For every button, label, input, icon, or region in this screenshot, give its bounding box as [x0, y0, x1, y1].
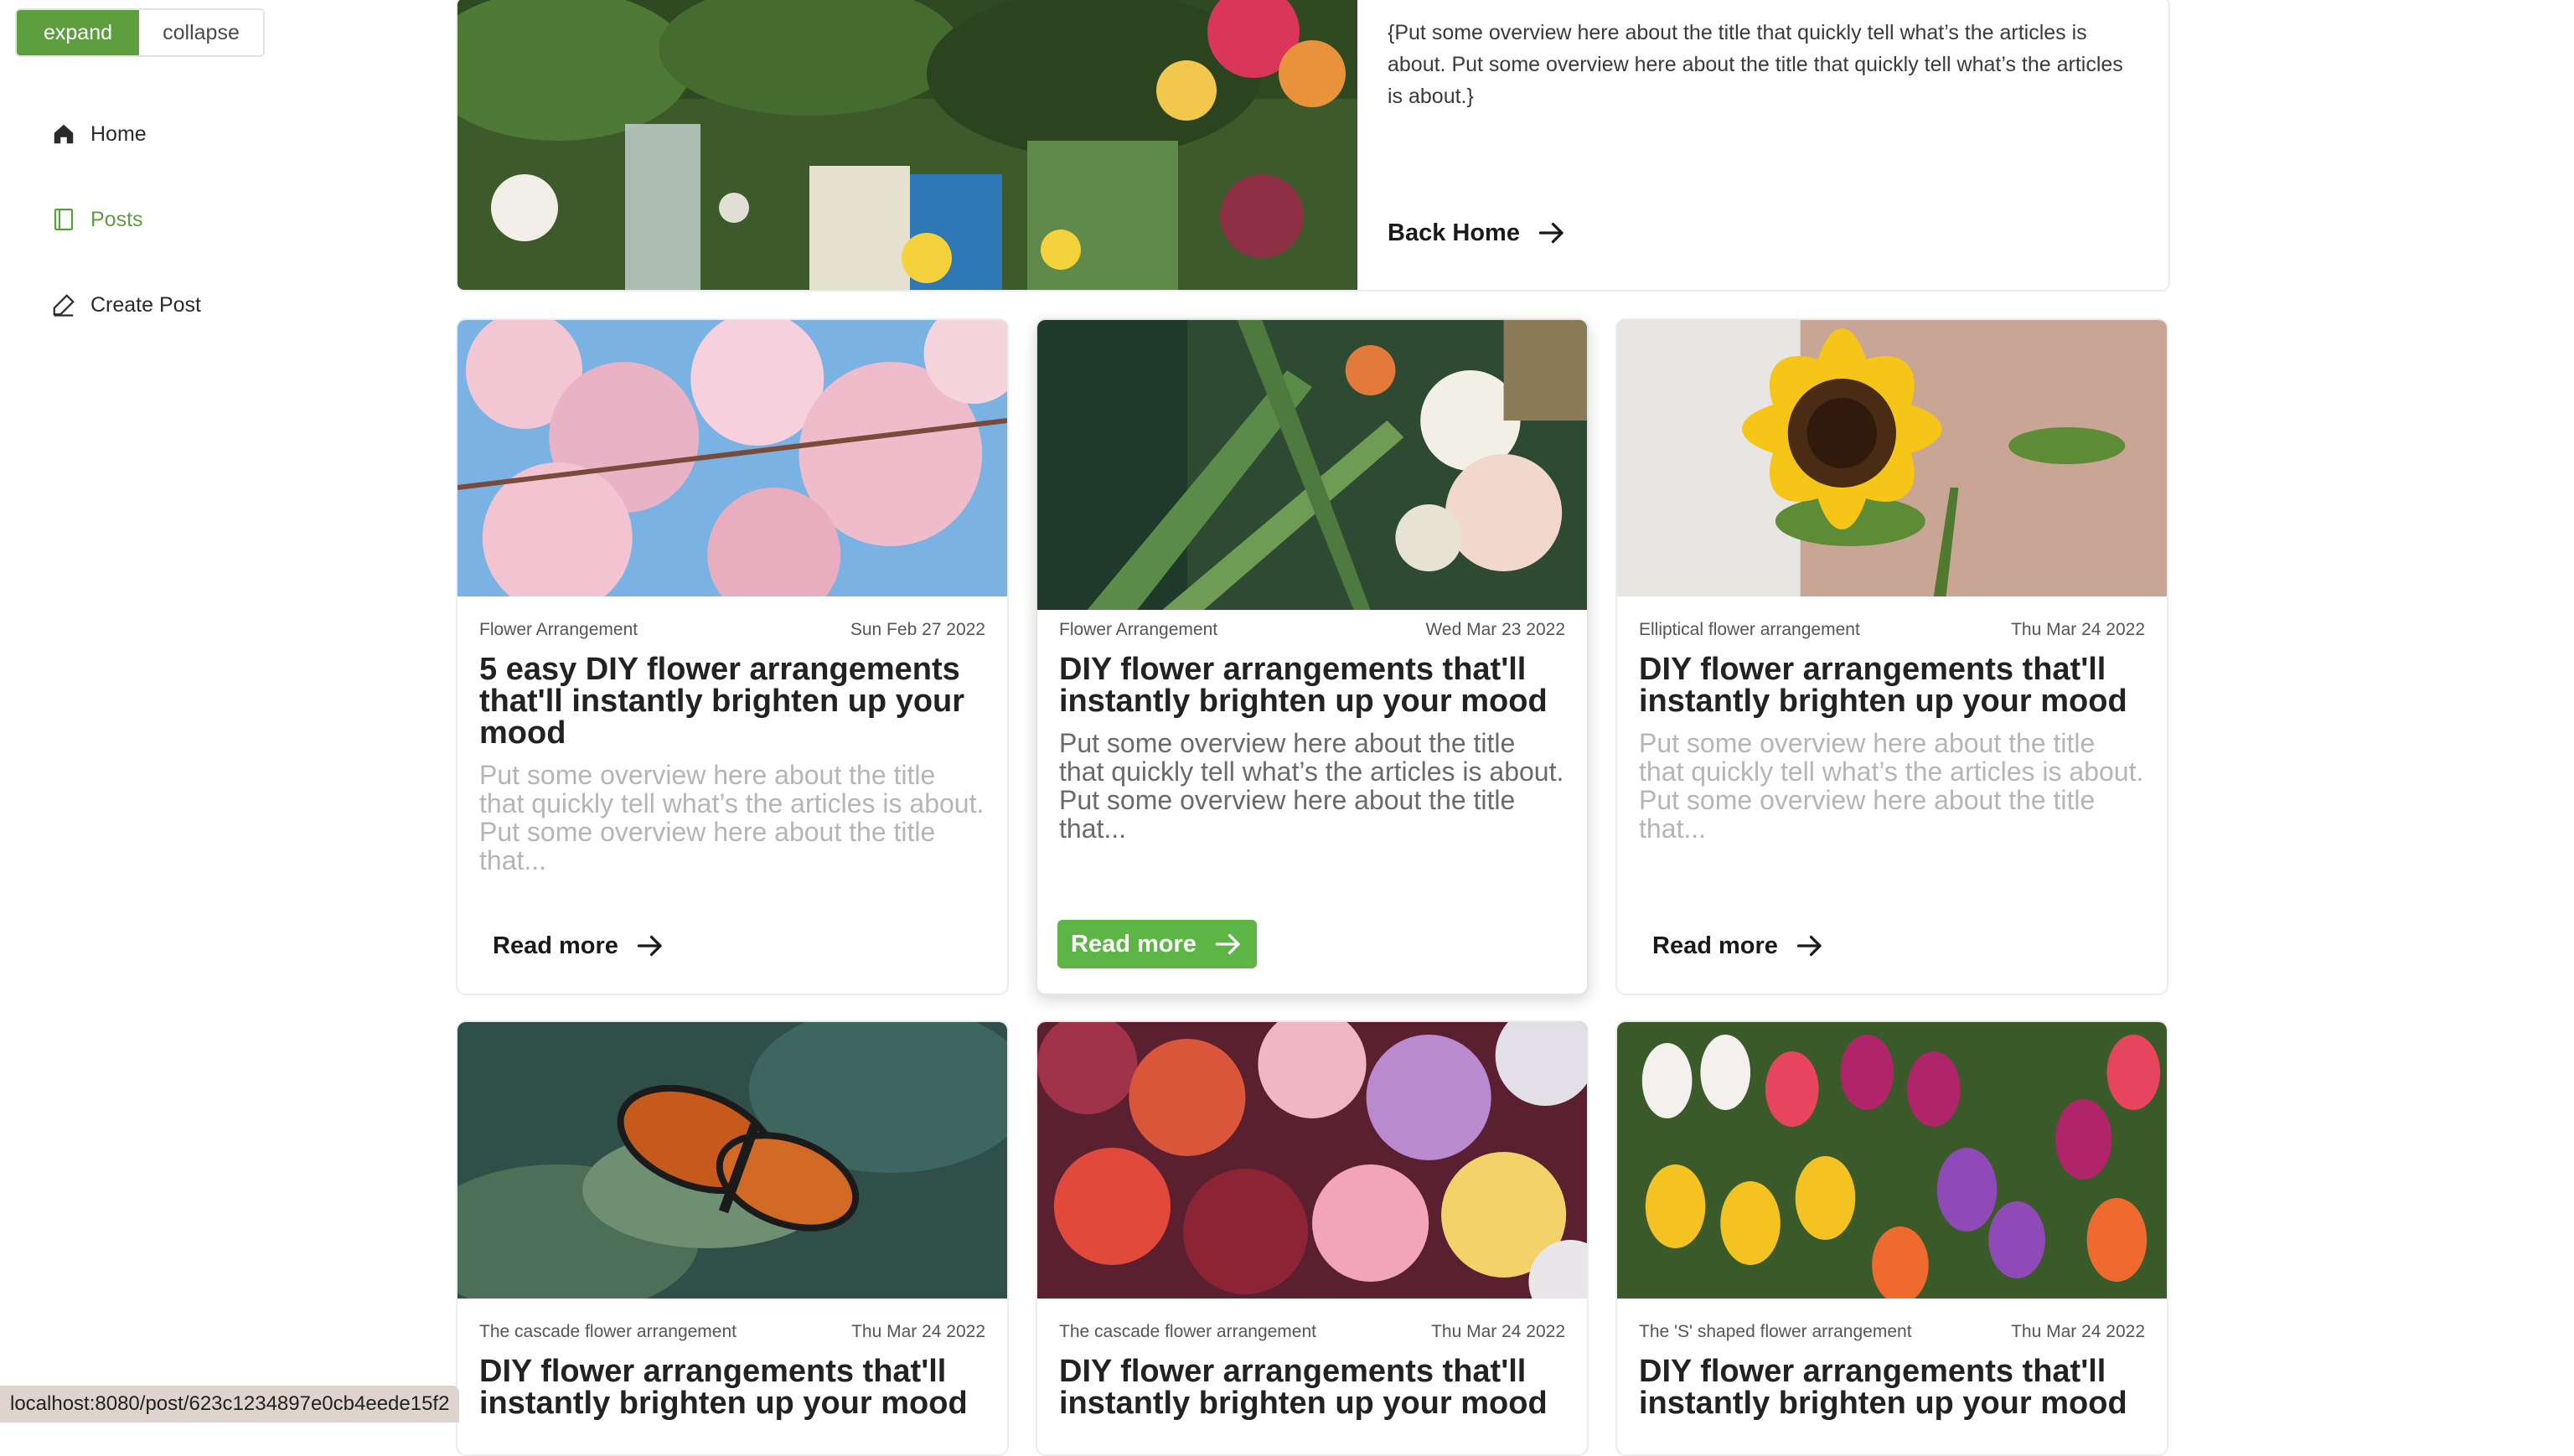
- card-title: DIY flower arrangements that'll instantl…: [479, 1354, 968, 1421]
- card-date: Thu Mar 24 2022: [2011, 620, 2145, 639]
- sidebar-item-home[interactable]: Home: [50, 109, 385, 159]
- flower-bouquet-image: [1037, 320, 1587, 610]
- card-category: Flower Arrangement: [1059, 620, 1218, 639]
- sunflower-image: [1617, 320, 2167, 596]
- post-card[interactable]: The cascade flower arrangement Thu Mar 2…: [456, 1020, 1009, 1456]
- card-meta: The cascade flower arrangement Thu Mar 2…: [1037, 1322, 1587, 1342]
- hero-overview: {Put some overview here about the title …: [1388, 21, 2123, 108]
- arrow-right-icon: [637, 935, 662, 957]
- post-card[interactable]: Flower Arrangement Sun Feb 27 2022 5 eas…: [456, 318, 1009, 995]
- card-meta: Flower Arrangement Wed Mar 23 2022: [1037, 620, 1587, 640]
- card-date: Sun Feb 27 2022: [850, 620, 985, 639]
- card-date: Thu Mar 24 2022: [851, 1322, 985, 1341]
- tulips-image: [1617, 1022, 2167, 1299]
- collapse-button[interactable]: collapse: [139, 10, 263, 55]
- sidebar-nav: Home Posts Create Post: [50, 109, 385, 365]
- sidebar-item-posts[interactable]: Posts: [50, 194, 385, 245]
- card-category: The cascade flower arrangement: [1059, 1322, 1316, 1341]
- arrow-right-icon: [1796, 935, 1822, 957]
- card-title: DIY flower arrangements that'll instantl…: [1059, 652, 1548, 719]
- home-icon: [50, 121, 77, 147]
- card-category: The cascade flower arrangement: [479, 1322, 737, 1341]
- sidebar-item-label: Posts: [90, 207, 143, 231]
- card-date: Wed Mar 23 2022: [1425, 620, 1565, 639]
- arrow-right-icon: [1215, 933, 1240, 955]
- card-category: The 'S' shaped flower arrangement: [1639, 1322, 1912, 1341]
- read-more-button[interactable]: Read more: [479, 922, 679, 970]
- back-home-label: Back Home: [1388, 219, 1520, 246]
- sidebar-item-label: Home: [90, 121, 147, 146]
- sidebar-toggle: expand collapse: [15, 8, 265, 57]
- card-title: DIY flower arrangements that'll instantl…: [1639, 652, 2127, 719]
- post-card[interactable]: Flower Arrangement Wed Mar 23 2022 DIY f…: [1036, 318, 1589, 995]
- read-more-label: Read more: [1652, 932, 1778, 959]
- hero-card: {Put some overview here about the title …: [456, 0, 2170, 292]
- read-more-label: Read more: [493, 932, 618, 959]
- read-more-button[interactable]: Read more: [1057, 920, 1257, 968]
- card-excerpt: Put some overview here about the title t…: [1639, 728, 2144, 844]
- card-meta: The cascade flower arrangement Thu Mar 2…: [457, 1322, 1007, 1342]
- expand-button[interactable]: expand: [17, 10, 139, 55]
- cherry-blossom-image: [457, 320, 1007, 596]
- arrow-right-icon: [1538, 222, 1564, 244]
- butterfly-image: [457, 1022, 1007, 1299]
- card-date: Thu Mar 24 2022: [2011, 1322, 2145, 1341]
- notebook-icon: [50, 206, 77, 233]
- card-title: DIY flower arrangements that'll instantl…: [1059, 1354, 1548, 1421]
- post-card[interactable]: The 'S' shaped flower arrangement Thu Ma…: [1615, 1020, 2168, 1456]
- read-more-button[interactable]: Read more: [1639, 922, 1838, 970]
- link-status-bar: localhost:8080/post/623c1234897e0cb4eede…: [0, 1386, 460, 1422]
- card-excerpt: Put some overview here about the title t…: [479, 760, 985, 875]
- card-category: Elliptical flower arrangement: [1639, 620, 1860, 639]
- sidebar-item-label: Create Post: [90, 292, 202, 317]
- sidebar-item-create-post[interactable]: Create Post: [50, 280, 385, 330]
- card-meta: Elliptical flower arrangement Thu Mar 24…: [1617, 620, 2167, 640]
- chrysanthemums-image: [1037, 1022, 1587, 1299]
- card-title: 5 easy DIY flower arrangements that'll i…: [479, 652, 965, 751]
- card-meta: Flower Arrangement Sun Feb 27 2022: [457, 620, 1007, 640]
- post-card[interactable]: The cascade flower arrangement Thu Mar 2…: [1036, 1020, 1589, 1456]
- card-category: Flower Arrangement: [479, 620, 638, 639]
- read-more-label: Read more: [1071, 930, 1197, 958]
- card-meta: The 'S' shaped flower arrangement Thu Ma…: [1617, 1322, 2167, 1342]
- hero-flower-shop-image: [457, 0, 1357, 290]
- back-home-button[interactable]: Back Home: [1388, 218, 1567, 248]
- pen-icon: [50, 292, 77, 318]
- post-card[interactable]: Elliptical flower arrangement Thu Mar 24…: [1615, 318, 2168, 995]
- card-date: Thu Mar 24 2022: [1431, 1322, 1565, 1341]
- card-excerpt: Put some overview here about the title t…: [1059, 728, 1564, 844]
- card-title: DIY flower arrangements that'll instantl…: [1639, 1354, 2127, 1421]
